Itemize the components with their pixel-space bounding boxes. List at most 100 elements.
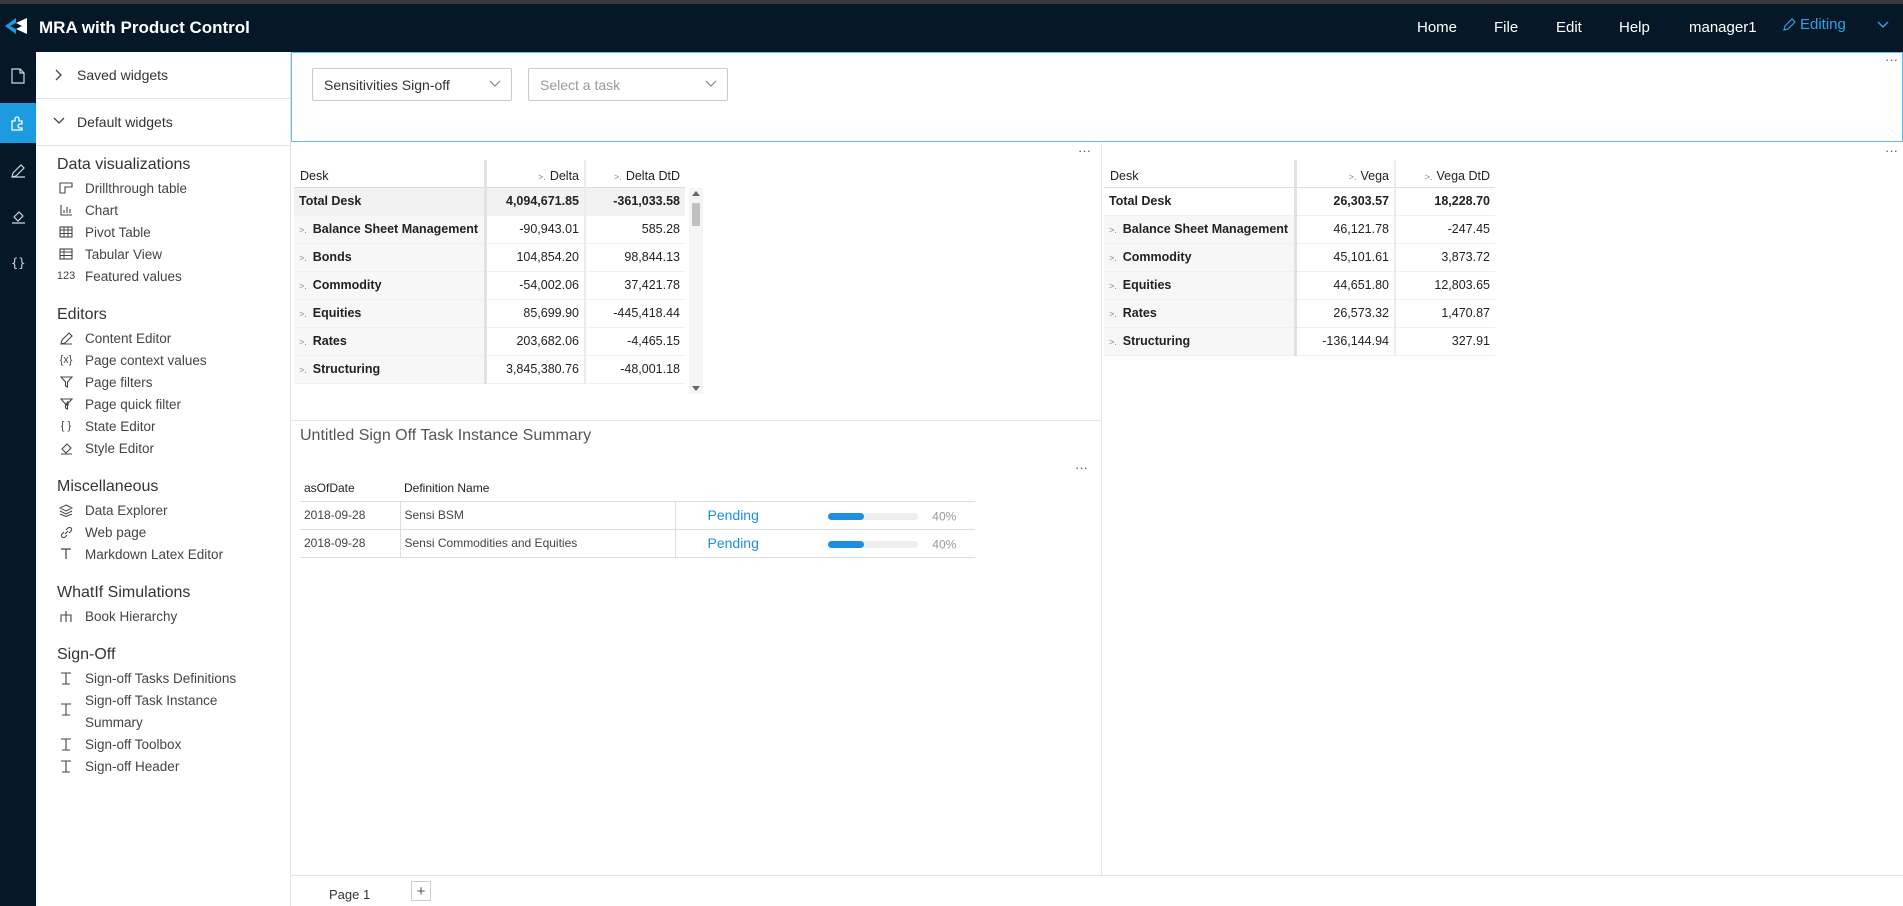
rail-state-button[interactable]: {}	[0, 242, 36, 282]
add-page-button[interactable]: +	[411, 881, 431, 901]
widget-markdown-latex-editor[interactable]: Markdown Latex Editor	[57, 544, 223, 564]
column-header-vega[interactable]: >. Vega	[1293, 160, 1395, 188]
expand-icon[interactable]: >.	[1109, 309, 1117, 319]
widget-tabular-view[interactable]: Tabular View	[57, 244, 162, 264]
table-row[interactable]: >. Equities 44,651.80 12,803.65	[1104, 271, 1495, 300]
widget-state-editor[interactable]: { } State Editor	[57, 416, 156, 436]
widget-content-editor[interactable]: Content Editor	[57, 328, 171, 348]
widget-page-quick-filter[interactable]: Page quick filter	[57, 394, 181, 414]
widget-sign-off-task-instance[interactable]: Sign-off Task Instance	[57, 690, 217, 716]
expand-icon[interactable]: >.	[299, 225, 307, 235]
widget-style-editor[interactable]: Style Editor	[57, 438, 154, 458]
table-row[interactable]: >. Structuring -136,144.94 327.91	[1104, 327, 1495, 356]
expand-icon[interactable]: >.	[1349, 172, 1357, 182]
table-row[interactable]: >. Rates 203,682.06 -4,465.15	[294, 327, 685, 356]
more-options-icon[interactable]: ···	[1075, 460, 1088, 475]
table-scrollbar[interactable]	[689, 188, 703, 394]
widget-page-filters[interactable]: Page filters	[57, 372, 153, 392]
nav-user[interactable]: manager1	[1689, 19, 1757, 36]
nav-file[interactable]: File	[1494, 19, 1518, 36]
table-row[interactable]: >. Commodity -54,002.06 37,421.78	[294, 271, 685, 300]
expand-icon[interactable]: >.	[299, 309, 307, 319]
column-header-desk[interactable]: Desk	[294, 160, 485, 188]
expand-icon[interactable]: >.	[299, 253, 307, 263]
definition-value: Sensitivities Sign-off	[324, 77, 450, 93]
widget-book-hierarchy[interactable]: Book Hierarchy	[57, 606, 177, 626]
table-row-total[interactable]: Total Desk 26,303.57 18,228.70	[1104, 187, 1495, 216]
task-dropdown[interactable]: Select a task	[528, 68, 728, 101]
sign-off-header-widget: Sensitivities Sign-off Select a task	[291, 52, 1903, 142]
expand-icon[interactable]: >.	[1109, 225, 1117, 235]
expand-icon[interactable]: >.	[538, 172, 546, 182]
scroll-up-icon[interactable]	[692, 190, 700, 196]
expand-icon[interactable]: >.	[299, 281, 307, 291]
column-header-label: Delta	[549, 169, 579, 184]
nav-home[interactable]: Home	[1417, 19, 1457, 36]
page-tab[interactable]: Page 1	[329, 887, 370, 902]
status-link[interactable]: Pending	[708, 507, 825, 523]
rail-format-button[interactable]	[0, 196, 36, 236]
date-cell: 2018-09-28	[300, 529, 400, 558]
value-cell: 1,470.87	[1394, 299, 1495, 328]
more-options-icon[interactable]: ···	[1885, 143, 1898, 158]
widget-sign-off-task-instance-line2[interactable]: Summary	[85, 712, 143, 732]
table-row[interactable]: >. Equities 85,699.90 -445,418.44	[294, 299, 685, 328]
nav-help[interactable]: Help	[1619, 19, 1650, 36]
table-row[interactable]: >. Structuring 3,845,380.76 -48,001.18	[294, 355, 685, 384]
widget-featured-values[interactable]: 123 Featured values	[57, 266, 182, 286]
editing-mode-toggle[interactable]: Editing	[1783, 16, 1846, 33]
expand-icon[interactable]: >.	[1109, 337, 1117, 347]
column-header-desk[interactable]: Desk	[1104, 160, 1295, 188]
widget-sign-off-header[interactable]: Sign-off Header	[57, 756, 179, 776]
column-header-vega-dtd[interactable]: >. Vega DtD	[1394, 160, 1495, 188]
column-header-definition-name[interactable]: Definition Name	[400, 475, 675, 502]
expand-icon[interactable]: >.	[299, 337, 307, 347]
rail-widgets-button[interactable]	[0, 103, 36, 143]
widget-sign-off-tasks-definitions[interactable]: Sign-off Tasks Definitions	[57, 668, 236, 688]
table-row[interactable]: >. Balance Sheet Management 46,121.78 -24…	[1104, 215, 1495, 244]
column-header-delta-dtd[interactable]: >. Delta DtD	[584, 160, 685, 188]
column-header-asofdate[interactable]: asOfDate	[300, 475, 400, 502]
saved-widgets-header[interactable]: Saved widgets	[36, 52, 291, 99]
expand-icon[interactable]: >.	[1109, 253, 1117, 263]
desk-label: Structuring	[1122, 334, 1191, 348]
rail-style-button[interactable]	[0, 150, 36, 190]
expand-icon[interactable]: >.	[299, 365, 307, 375]
table-row[interactable]: >. Balance Sheet Management -90,943.01 58…	[294, 215, 685, 244]
status-link[interactable]: Pending	[708, 535, 825, 551]
app-logo-icon[interactable]	[3, 15, 29, 37]
table-row[interactable]: 2018-09-28 Sensi BSM Pending 40%	[300, 501, 975, 530]
scroll-down-icon[interactable]	[692, 386, 700, 392]
table-row[interactable]: >. Commodity 45,101.61 3,873.72	[1104, 243, 1495, 272]
default-widgets-header[interactable]: Default widgets	[36, 99, 291, 146]
widget-chart[interactable]: Chart	[57, 200, 118, 220]
widget-drillthrough-table[interactable]: Drillthrough table	[57, 178, 187, 198]
widget-pivot-table[interactable]: Pivot Table	[57, 222, 151, 242]
chevron-down-icon[interactable]	[1876, 18, 1890, 32]
desk-label: Balance Sheet Management	[1122, 222, 1289, 236]
desk-label: Balance Sheet Management	[312, 222, 479, 236]
widget-web-page[interactable]: Web page	[57, 522, 146, 542]
widget-page-context-values[interactable]: {x} Page context values	[57, 350, 207, 370]
task-instance-summary-table: asOfDate Definition Name 2018-09-28 Sens…	[300, 475, 975, 558]
expand-icon[interactable]: >.	[614, 172, 622, 182]
braces-icon: { }	[60, 420, 72, 432]
table-row[interactable]: >. Bonds 104,854.20 98,844.13	[294, 243, 685, 272]
chevron-down-icon	[53, 117, 65, 124]
widget-data-explorer[interactable]: Data Explorer	[57, 500, 168, 520]
more-options-icon[interactable]: ···	[1078, 143, 1091, 158]
table-row[interactable]: 2018-09-28 Sensi Commodities and Equitie…	[300, 529, 975, 558]
rail-pages-button[interactable]	[0, 56, 36, 96]
desk-cell: >. Rates	[294, 327, 485, 356]
table-row-total[interactable]: Total Desk 4,094,671.85 -361,033.58	[294, 187, 685, 216]
expand-icon[interactable]: >.	[1109, 281, 1117, 291]
table-row[interactable]: >. Rates 26,573.32 1,470.87	[1104, 299, 1495, 328]
widget-sign-off-toolbox[interactable]: Sign-off Toolbox	[57, 734, 181, 754]
more-options-icon[interactable]: ···	[1885, 52, 1898, 67]
definition-dropdown[interactable]: Sensitivities Sign-off	[312, 68, 512, 101]
column-header-delta[interactable]: >. Delta	[483, 160, 585, 188]
widget-label: Style Editor	[85, 440, 155, 456]
expand-icon[interactable]: >.	[1425, 172, 1433, 182]
nav-edit[interactable]: Edit	[1556, 19, 1582, 36]
scrollbar-thumb[interactable]	[692, 203, 700, 226]
